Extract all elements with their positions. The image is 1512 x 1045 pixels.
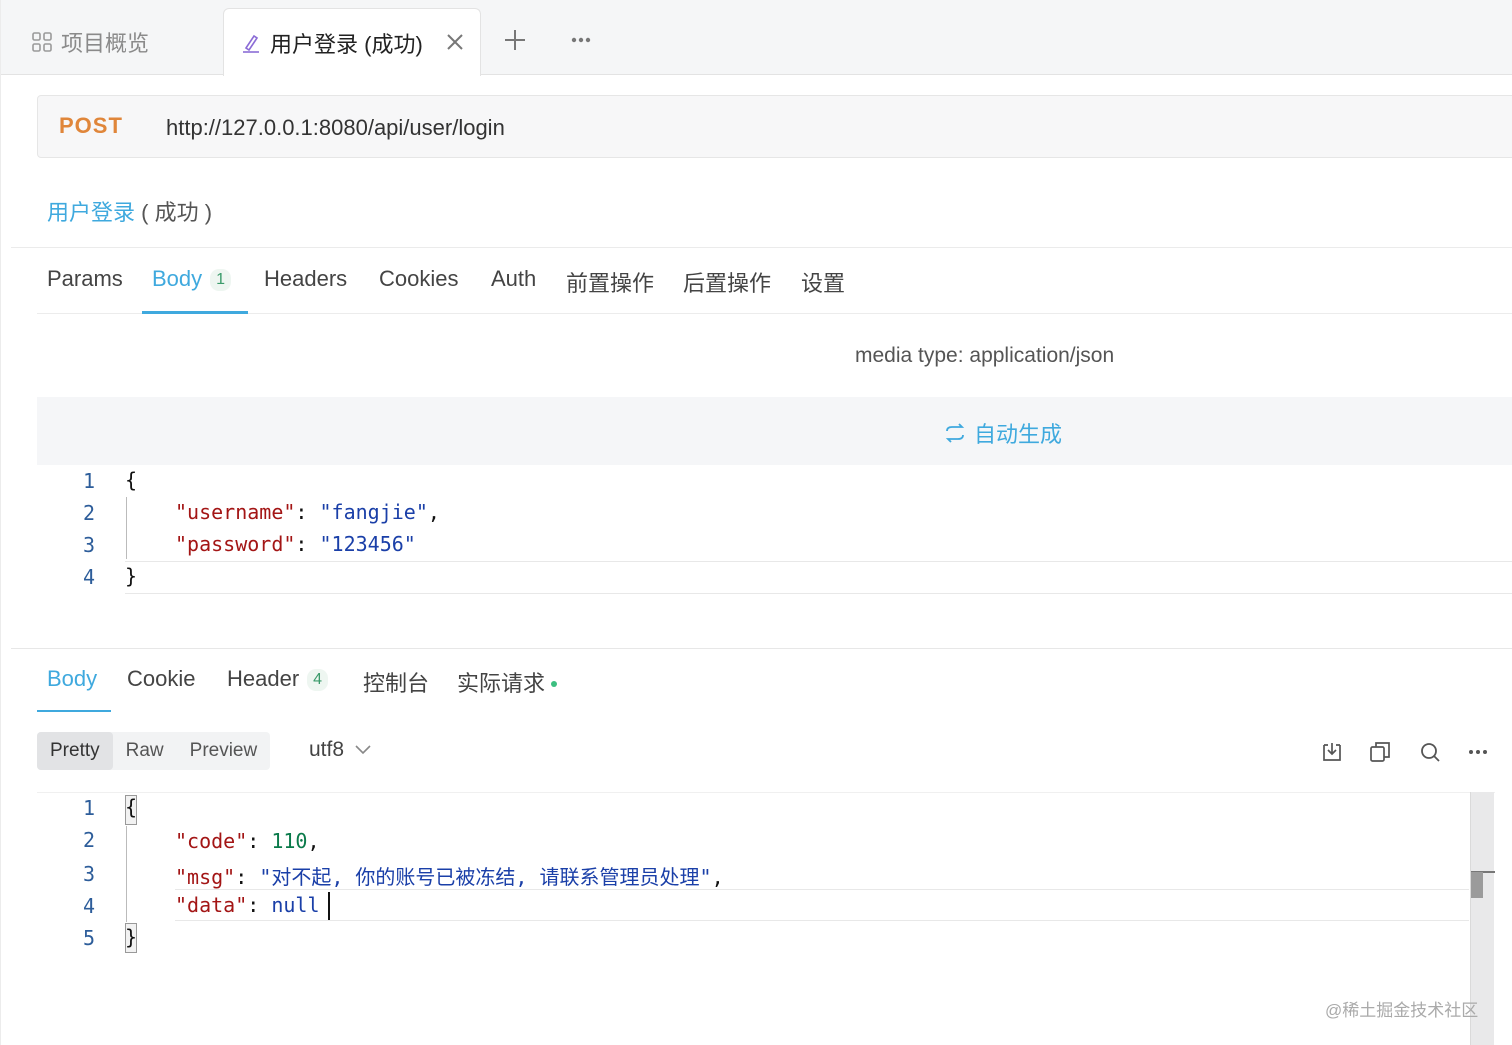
text-cursor [328,892,330,920]
line-number: 5 [82,926,95,950]
url-input[interactable]: http://127.0.0.1:8080/api/user/login [166,115,505,141]
tab-headers[interactable]: Headers [264,266,347,292]
tab-body[interactable]: Body 1 [152,266,232,292]
code-line: "code": 110, [175,829,320,853]
plus-icon[interactable] [501,26,529,54]
search-icon[interactable] [1418,740,1442,764]
view-mode-raw[interactable]: Raw [113,732,177,770]
current-line-bottom [175,920,1469,921]
code-line: } [125,925,138,949]
url-bar[interactable]: POST http://127.0.0.1:8080/api/user/logi… [37,95,1512,158]
code-line: } [125,564,138,588]
line-number: 4 [82,894,95,918]
tab-label: 用户登录 (成功) [270,31,423,57]
view-mode-switcher: Pretty Raw Preview [37,732,271,770]
tab-pre-operations[interactable]: 前置操作 [566,266,654,298]
editor-toolbar: 自动生成 [37,397,1512,465]
tab-settings[interactable]: 设置 [801,266,845,298]
active-tab-indicator [142,311,248,314]
response-tab-header-badge: 4 [307,669,329,691]
scrollbar-thumb[interactable] [1471,872,1483,898]
current-line-top [175,889,1469,890]
view-mode-pretty[interactable]: Pretty [37,732,113,770]
edit-request-icon [240,32,262,54]
json-null: null [271,893,320,917]
tab-body-label: Body [152,266,203,291]
current-line-bottom [125,593,1512,594]
grid-icon [31,31,53,53]
auto-generate-button[interactable]: 自动生成 [944,417,1062,449]
more-icon[interactable] [1466,740,1490,764]
response-divider [11,648,1512,649]
status-dot [551,681,558,687]
request-title-link[interactable]: 用户登录 [47,200,135,225]
response-tab-actual-request[interactable]: 实际请求 [457,666,558,698]
view-mode-preview[interactable]: Preview [177,732,271,770]
line-number: 2 [82,501,95,525]
tab-body-badge: 1 [210,269,232,291]
code-line: { [125,795,138,819]
watermark: @稀土掘金技术社区 [1325,1001,1479,1020]
json-number: 110 [271,829,308,853]
code-line: "data": null [175,893,320,917]
more-icon[interactable] [567,30,595,50]
tab-label: 项目概览 [61,30,150,56]
media-type-label: media type: application/json [855,344,1115,367]
response-tab-body[interactable]: Body [47,666,97,692]
json-key: "password" [175,532,296,556]
code-line: "msg": "对不起, 你的账号已被冻结, 请联系管理员处理", [175,865,724,889]
auto-generate-label: 自动生成 [974,422,1063,447]
code-line: "password": "123456" [175,532,416,556]
json-string: "对不起, 你的账号已被冻结, 请联系管理员处理" [259,865,712,889]
json-key: "code" [175,829,248,853]
tab-bar: 项目概览 用户登录 (成功) [1,0,1512,76]
tab-post-operations[interactable]: 后置操作 [683,266,771,298]
tab-auth[interactable]: Auth [491,266,536,292]
json-key: "data" [175,893,248,917]
refresh-icon [945,423,965,443]
method-label[interactable]: POST [59,113,123,139]
response-tab-cookie[interactable]: Cookie [127,666,195,692]
tab-project-overview[interactable]: 项目概览 [31,8,149,75]
current-line-top [125,561,1512,562]
line-number: 3 [82,533,95,557]
line-number: 1 [82,469,95,493]
code-line: "username": "fangjie", [175,500,440,524]
request-tabs: Params Body 1 Headers Cookies Auth 前置操作 后… [37,248,1512,314]
json-key: "msg" [175,865,236,889]
encoding-select[interactable]: utf8 [309,738,372,762]
tab-cookies[interactable]: Cookies [379,266,458,292]
indent-guide [126,826,127,922]
line-number: 3 [82,862,95,886]
app-root: 项目概览 用户登录 (成功) POST http://127.0.0.1:808… [0,0,1512,1045]
close-icon[interactable] [442,29,468,55]
active-response-tab-indicator [37,710,111,712]
chevron-down-icon [355,745,371,755]
line-number: 1 [82,796,95,820]
request-title-status: ( 成功 ) [141,200,213,225]
code-line: { [125,468,138,492]
response-tab-header[interactable]: Header 4 [227,666,329,692]
line-number: 4 [82,565,95,589]
response-tabs: Body Cookie Header 4 控制台 实际请求 [37,650,1512,712]
json-key: "username" [175,500,296,524]
json-string: "fangjie" [319,500,428,524]
tab-user-login[interactable]: 用户登录 (成功) [223,8,481,76]
download-icon[interactable] [1320,740,1344,764]
response-tab-actual-request-label: 实际请求 [457,671,546,696]
request-title: 用户登录 ( 成功 ) [47,195,212,227]
indent-guide [126,497,127,559]
response-tab-console[interactable]: 控制台 [363,666,429,698]
copy-icon[interactable] [1368,740,1392,764]
encoding-value: utf8 [309,738,345,761]
request-body-editor[interactable]: 1 2 3 4 { "username": "fangjie", "passwo… [37,465,1512,595]
line-number: 2 [82,828,95,852]
tab-params[interactable]: Params [47,266,123,292]
response-body-code[interactable]: 1 2 3 4 5 { "code": 110, "msg": "对不起, 你的… [37,792,1512,1045]
json-string: "123456" [319,532,416,556]
response-tab-header-label: Header [227,666,300,691]
